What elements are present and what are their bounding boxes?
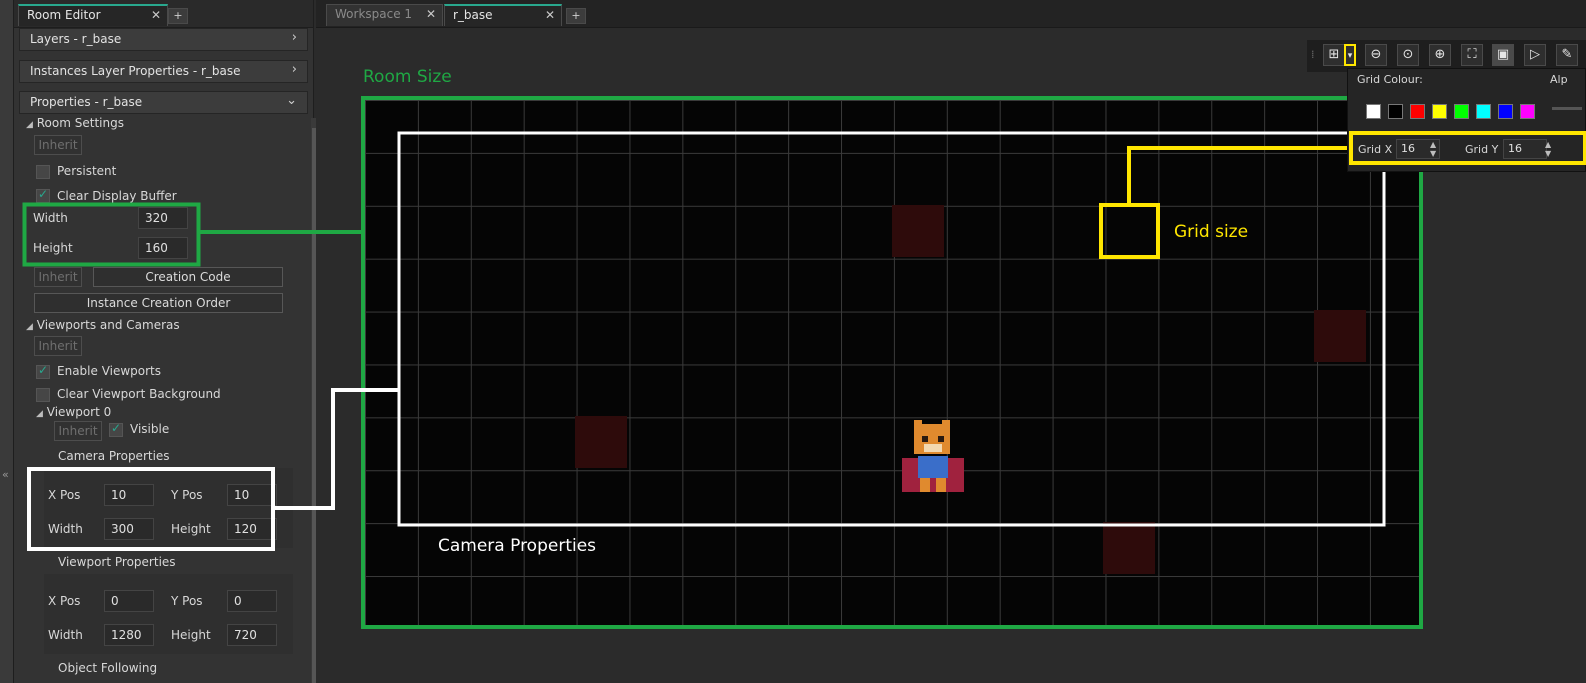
grid-colour-label: Grid Colour: (1357, 73, 1423, 86)
alpha-slider[interactable] (1552, 107, 1582, 110)
grid-size-annotation: Grid size (1174, 222, 1249, 242)
camera-properties-highlight (27, 467, 275, 551)
brush-button[interactable]: ✎ (1556, 44, 1578, 66)
swatch-green[interactable] (1454, 104, 1469, 119)
play-icon: ▷ (1530, 47, 1540, 62)
grid-x-label: Grid X (1358, 143, 1393, 156)
fit-view-button[interactable]: ⛶ (1461, 44, 1483, 66)
grid-options-popup: Grid Colour: Alp Grid X 16 ▲ ▼ Grid Y 16 … (1347, 68, 1586, 172)
grid-size-highlight (1099, 203, 1160, 259)
grid-y-input[interactable]: 16 (1503, 139, 1547, 159)
frame-button[interactable]: ▣ (1492, 44, 1514, 66)
alpha-label: Alp (1550, 73, 1568, 86)
grid-toggle-button[interactable]: ⊞ (1323, 44, 1345, 66)
swatch-yellow[interactable] (1432, 104, 1447, 119)
swatch-magenta[interactable] (1520, 104, 1535, 119)
swatch-blue[interactable] (1498, 104, 1513, 119)
grid-y-label: Grid Y (1465, 143, 1499, 156)
swatch-black[interactable] (1388, 104, 1403, 119)
fullscreen-icon: ⛶ (1467, 47, 1477, 62)
swatch-cyan[interactable] (1476, 104, 1491, 119)
zoom-in-button[interactable]: ⊕ (1429, 44, 1451, 66)
camera-outline (397, 131, 1386, 527)
grid-options-dropdown[interactable]: ▾ (1344, 44, 1356, 66)
play-button[interactable]: ▷ (1524, 44, 1546, 66)
camera-connector (273, 388, 399, 510)
zoom-out-button[interactable]: ⊖ (1365, 44, 1387, 66)
zoom-out-icon: ⊖ (1370, 47, 1382, 62)
zoom-reset-icon: ⊙ (1402, 47, 1414, 62)
room-settings-highlight (22, 202, 201, 267)
zoom-in-icon: ⊕ (1434, 47, 1446, 62)
zoom-reset-button[interactable]: ⊙ (1397, 44, 1419, 66)
swatch-red[interactable] (1410, 104, 1425, 119)
swatch-white[interactable] (1366, 104, 1381, 119)
grid-icon: ⊞ (1328, 47, 1340, 62)
frame-icon: ▣ (1496, 47, 1510, 62)
drag-handle-icon[interactable]: ⁞ (1311, 48, 1315, 61)
grid-y-spinner[interactable]: ▲ ▼ (1545, 140, 1551, 158)
grid-x-spinner[interactable]: ▲ ▼ (1430, 140, 1436, 158)
brush-icon: ✎ (1561, 47, 1573, 62)
camera-properties-annotation: Camera Properties (438, 536, 597, 556)
room-size-label: Room Size (363, 67, 452, 87)
caret-down-icon: ▾ (1347, 51, 1353, 61)
grid-size-connector (1127, 146, 1349, 205)
